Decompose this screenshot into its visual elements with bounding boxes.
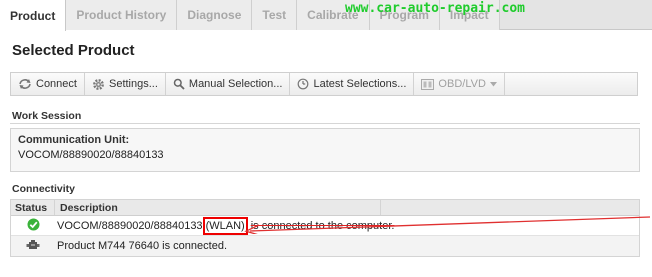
chevron-down-icon <box>489 81 497 87</box>
vocom-id-text: VOCOM/88890020/88840133 <box>57 219 203 232</box>
wlan-highlight: (WLAN) <box>202 216 248 235</box>
latest-selections-label: Latest Selections... <box>313 78 407 90</box>
tab-product-history[interactable]: Product History <box>66 0 178 30</box>
latest-selections-button[interactable]: Latest Selections... <box>290 73 415 95</box>
communication-unit-value: VOCOM/88890020/88840133 <box>18 149 164 161</box>
manual-selection-button[interactable]: Manual Selection... <box>166 73 291 95</box>
connect-icon <box>18 78 32 90</box>
gear-icon <box>92 78 105 91</box>
status-cell <box>11 239 55 254</box>
obd-icon <box>421 78 435 90</box>
tab-test[interactable]: Test <box>252 0 298 30</box>
manual-selection-label: Manual Selection... <box>188 78 283 90</box>
description-column-header[interactable]: Description <box>55 200 381 215</box>
divider <box>10 123 640 124</box>
check-circle-icon <box>27 218 40 234</box>
page-title: Selected Product <box>12 42 135 59</box>
product-connected-text: Product M744 76640 is connected. <box>57 240 228 252</box>
tab-diagnose[interactable]: Diagnose <box>177 0 253 30</box>
settings-button[interactable]: Settings... <box>85 73 166 95</box>
connectivity-heading: Connectivity <box>12 183 76 195</box>
tab-product[interactable]: Product <box>0 0 67 31</box>
obd-lvd-dropdown[interactable]: OBD/LVD <box>414 73 505 95</box>
communication-unit-label: Communication Unit: <box>18 134 130 146</box>
communication-unit-panel: Communication Unit: VOCOM/88890020/88840… <box>10 128 640 172</box>
description-cell: Product M744 76640 is connected. <box>55 240 227 252</box>
status-column-header[interactable]: Status <box>11 200 55 215</box>
empty-column-header <box>381 200 639 215</box>
connect-label: Connect <box>36 78 77 90</box>
settings-label: Settings... <box>108 78 158 90</box>
tab-bar: Product Product History Diagnose Test Ca… <box>0 0 652 31</box>
search-icon <box>173 78 185 90</box>
table-row[interactable]: Product M744 76640 is connected. <box>11 236 639 256</box>
connect-button[interactable]: Connect <box>11 73 85 95</box>
obd-lvd-label: OBD/LVD <box>438 78 486 90</box>
status-cell <box>11 218 55 234</box>
work-session-heading: Work Session <box>12 110 82 122</box>
clock-icon <box>297 78 309 90</box>
annotation-arrow <box>244 216 651 234</box>
watermark-text: www.car-auto-repair.com <box>345 1 526 16</box>
toolbar: Connect Settings... Manual Selection... … <box>10 72 638 96</box>
engine-icon <box>26 239 40 254</box>
